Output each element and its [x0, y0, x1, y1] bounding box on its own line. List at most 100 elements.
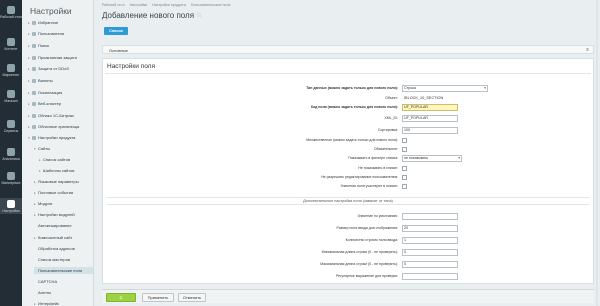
- tab-main[interactable]: Основные: [109, 48, 128, 53]
- admin-left-bar: Рабочий стол Контент Маркетинг Магазин С…: [0, 0, 22, 306]
- menu-item-proactive[interactable]: ▸ Проактивная защита: [28, 54, 93, 61]
- breadcrumb: Рабочий стол Настройки Настройки продукт…: [102, 3, 234, 7]
- settings-nav[interactable]: Настройки: [0, 198, 22, 214]
- size-input[interactable]: 20: [402, 225, 458, 232]
- cloud-icon: [32, 124, 36, 129]
- menu-item-url-rewrite[interactable]: Обработка адресов: [34, 245, 93, 252]
- chevron-down-icon: ▾: [458, 156, 460, 160]
- menu-item-module-settings[interactable]: ▸ Настройки модулей: [34, 211, 93, 218]
- noedit-checkbox[interactable]: [402, 175, 407, 180]
- noedit-label: Не разрешать редактирование пользователе…: [321, 175, 398, 179]
- menu-item-interface[interactable]: ▸ Интерфейс: [34, 300, 93, 306]
- section-title: Настройки поля: [107, 63, 155, 70]
- users-icon: [32, 31, 36, 36]
- desktop-icon: [7, 6, 15, 14]
- sort-label: Сортировка:: [377, 128, 398, 132]
- tab-settings-icon[interactable]: ≡: [586, 47, 589, 53]
- menu-item-language[interactable]: ▸ Языковые параметры: [34, 178, 93, 185]
- apply-button[interactable]: Применить: [142, 293, 174, 302]
- xml-id-label: XML_ID:: [384, 116, 398, 120]
- page-title: Добавление нового поля: [102, 11, 195, 20]
- menu-item-localization[interactable]: ▸ Локализация: [28, 89, 93, 96]
- shield-icon: [32, 55, 36, 60]
- form-footer: С Применить Отменить: [102, 289, 594, 303]
- menu-item-agents[interactable]: Агенты: [34, 289, 93, 296]
- marketing-icon: [7, 64, 15, 72]
- save-button[interactable]: С: [106, 293, 136, 302]
- main-area: Рабочий стол Настройки Настройки продукт…: [94, 0, 600, 306]
- menu-item-site-templates[interactable]: ▸ Шаблоны сайтов: [39, 167, 93, 174]
- menu-item-currency[interactable]: ▸ Валюты: [28, 77, 93, 84]
- menu-item-user-fields[interactable]: Пользовательские поля: [34, 267, 93, 274]
- analytics-nav[interactable]: Аналитика: [0, 148, 22, 161]
- cloud-icon: [32, 113, 36, 118]
- menu-item-users[interactable]: ▸ Пользователи: [28, 30, 93, 37]
- sort-input[interactable]: 100: [402, 127, 458, 134]
- scrollbar[interactable]: [596, 0, 598, 306]
- currency-icon: [32, 78, 36, 83]
- menu-item-favorites[interactable]: ▸ Избранное: [28, 19, 93, 26]
- services-icon: [7, 120, 15, 128]
- tabs-bar: Основные ≡: [102, 45, 594, 54]
- services-nav[interactable]: Сервисы: [0, 120, 22, 133]
- required-label: Обязательное:: [373, 147, 398, 151]
- divider: [105, 73, 591, 74]
- minlen-input[interactable]: 0: [402, 249, 458, 256]
- menu-item-ddos[interactable]: ▸ Защита от DDoS: [28, 65, 93, 72]
- content-nav[interactable]: Контент: [0, 38, 22, 51]
- menu-item-cloud[interactable]: ▸ Облако 1С-Битрикс: [28, 112, 93, 119]
- search-checkbox[interactable]: [402, 184, 407, 189]
- code-input[interactable]: UF_POPULAR: [402, 104, 458, 111]
- desktop-nav[interactable]: Рабочий стол: [0, 6, 22, 19]
- menu-item-cluster[interactable]: ▸ Веб-кластер: [28, 100, 93, 107]
- list-button[interactable]: Список: [104, 27, 128, 35]
- default-input[interactable]: [402, 213, 458, 220]
- minlen-label: Минимальная длина строки (0 - не проверя…: [321, 250, 398, 254]
- type-select[interactable]: Строка ▾: [402, 85, 488, 92]
- analytics-icon: [7, 148, 15, 156]
- nolist-checkbox[interactable]: [402, 166, 407, 171]
- regexp-input[interactable]: [402, 273, 458, 280]
- menu-item-modules[interactable]: ▸ Модули: [34, 200, 93, 207]
- object-label: Объект:: [385, 96, 398, 100]
- breadcrumb-item[interactable]: Пользовательские поля: [191, 3, 231, 7]
- menu-item-sites[interactable]: ▾ Сайты: [34, 145, 93, 152]
- maxlen-label: Максимальная длина строки (0 - не провер…: [320, 262, 398, 266]
- settings-menu: Настройки ▸ Избранное ▸ Пользователи ▸ Поис…: [22, 0, 94, 306]
- menu-item-composite[interactable]: ▸ Композитный сайт: [34, 234, 93, 241]
- xml-id-input[interactable]: UF_POPULAR: [402, 115, 458, 122]
- cancel-button[interactable]: Отменить: [178, 293, 206, 302]
- content-icon: [7, 38, 15, 46]
- menu-item-product-settings[interactable]: ▾ Настройки продукта: [28, 134, 93, 141]
- default-label: Значение по умолчанию:: [357, 214, 398, 218]
- menu-item-site-list[interactable]: ▸ Список сайтов: [39, 156, 93, 163]
- menu-item-storage[interactable]: ▸ Облачные хранилища: [28, 123, 93, 130]
- gear-icon: [7, 200, 15, 208]
- menu-item-mail-events[interactable]: ▸ Почтовые события: [34, 189, 93, 196]
- menu-item-captcha[interactable]: CAPTCHA: [34, 278, 93, 285]
- breadcrumb-item[interactable]: Настройки продукта: [152, 3, 186, 7]
- breadcrumb-item[interactable]: Рабочий стол: [102, 3, 125, 7]
- menu-item-autocache[interactable]: Автокешированее: [34, 222, 93, 229]
- multiple-label: Множественное (можно задать только для н…: [306, 138, 398, 142]
- marketing-nav[interactable]: Маркетинг: [0, 64, 22, 77]
- filter-select[interactable]: не показывать ▾: [402, 155, 462, 162]
- maxlen-input[interactable]: 0: [402, 261, 458, 268]
- type-label: Тип данных (можно задать только для ново…: [306, 86, 398, 90]
- rows-label: Количество строчек поля ввода:: [345, 238, 398, 242]
- marketplace-nav[interactable]: Marketplace: [0, 172, 22, 185]
- menu-item-search[interactable]: ▸ Поиск: [28, 42, 93, 49]
- breadcrumb-item[interactable]: Настройки: [130, 3, 148, 7]
- rows-input[interactable]: 1: [402, 237, 458, 244]
- settings-icon: [32, 135, 36, 140]
- nolist-label: Не показывать в списке:: [358, 166, 398, 170]
- shop-nav[interactable]: Магазин: [0, 90, 22, 103]
- globe-icon: [32, 90, 36, 95]
- menu-item-wizards[interactable]: Список мастеров: [34, 256, 93, 263]
- favorite-star-icon[interactable]: ☆: [196, 11, 202, 19]
- cart-icon: [7, 90, 15, 98]
- multiple-checkbox[interactable]: [402, 138, 407, 143]
- required-checkbox[interactable]: [402, 147, 407, 152]
- search-label: Значения поля участвуют в поиске:: [340, 184, 398, 188]
- regexp-label: Регулярное выражение для проверки:: [335, 274, 398, 278]
